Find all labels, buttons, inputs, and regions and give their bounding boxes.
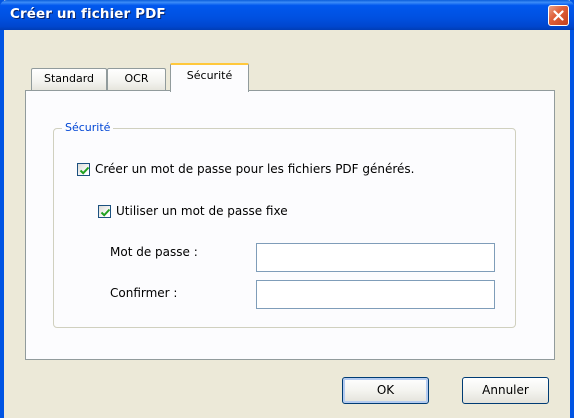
tab-panel-securite: Sécurité Créer un mot de passe pour les … bbox=[25, 90, 555, 360]
cancel-button-label: Annuler bbox=[482, 383, 529, 397]
tab-standard-label: Standard bbox=[43, 72, 95, 85]
checkmark-icon bbox=[79, 166, 90, 175]
create-password-label[interactable]: Créer un mot de passe pour les fichiers … bbox=[95, 162, 415, 176]
fixed-password-checkbox[interactable] bbox=[98, 205, 111, 218]
close-icon bbox=[553, 10, 564, 21]
checkmark-icon bbox=[100, 208, 111, 217]
cancel-button[interactable]: Annuler bbox=[462, 377, 549, 404]
password-label: Mot de passe : bbox=[110, 245, 198, 259]
fixed-password-label[interactable]: Utiliser un mot de passe fixe bbox=[116, 204, 288, 218]
close-button[interactable] bbox=[548, 5, 569, 26]
tab-ocr-label: OCR bbox=[124, 72, 149, 85]
password-field[interactable] bbox=[256, 243, 495, 272]
title-bar[interactable]: Créer un fichier PDF bbox=[0, 0, 574, 30]
confirm-password-field[interactable] bbox=[256, 280, 495, 309]
security-group-title: Sécurité bbox=[62, 121, 114, 135]
window-title: Créer un fichier PDF bbox=[10, 6, 166, 22]
tab-standard[interactable]: Standard bbox=[31, 68, 107, 90]
ok-button[interactable]: OK bbox=[342, 377, 429, 404]
create-password-checkbox[interactable] bbox=[77, 163, 90, 176]
tab-ocr[interactable]: OCR bbox=[107, 68, 166, 90]
confirm-label: Confirmer : bbox=[110, 286, 178, 300]
ok-button-label: OK bbox=[376, 383, 395, 397]
tab-securite[interactable]: Sécurité bbox=[170, 63, 249, 92]
tab-securite-label: Sécurité bbox=[186, 69, 233, 82]
